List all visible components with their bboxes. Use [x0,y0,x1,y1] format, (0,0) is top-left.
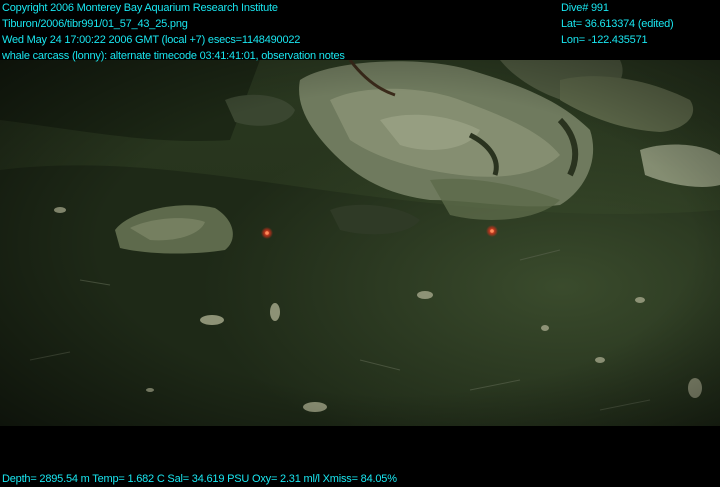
overlay-top-right: Dive# 991 Lat= 36.613374 (edited) Lon= -… [561,0,674,48]
overlay-longitude: Lon= -122.435571 [561,34,648,46]
video-frame: Copyright 2006 Monterey Bay Aquarium Res… [0,0,720,486]
vignette [0,60,720,426]
overlay-filename: Tiburon/2006/tibr991/01_57_43_25.png [2,18,188,30]
seafloor-scene [0,60,720,426]
overlay-copyright: Copyright 2006 Monterey Bay Aquarium Res… [2,2,278,14]
overlay-latitude: Lat= 36.613374 (edited) [561,18,674,30]
overlay-annotation: whale carcass (lonny): alternate timecod… [2,50,345,62]
overlay-sensor-readout: Depth= 2895.54 m Temp= 1.682 C Sal= 34.6… [2,473,397,485]
overlay-top-left: Copyright 2006 Monterey Bay Aquarium Res… [2,0,345,64]
overlay-timestamp: Wed May 24 17:00:22 2006 GMT (local +7) … [2,34,301,46]
overlay-dive-number: Dive# 991 [561,2,609,14]
